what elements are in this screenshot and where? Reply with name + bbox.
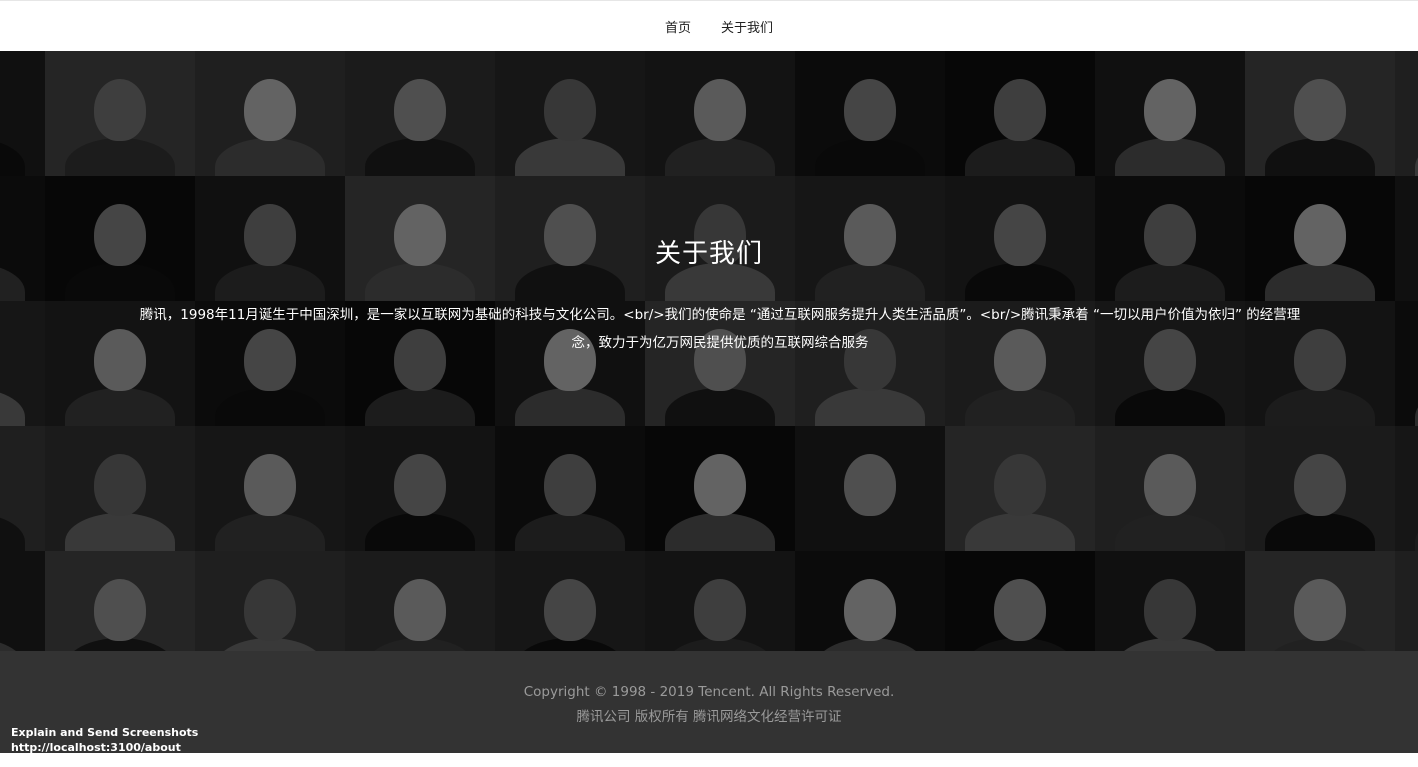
nav-link-home[interactable]: 首页 <box>665 17 691 36</box>
license-text: 腾讯公司 版权所有 腾讯网络文化经营许可证 <box>576 709 842 725</box>
company-description: 腾讯，1998年11月诞生于中国深圳，是一家以互联网为基础的科技与文化公司。<b… <box>139 307 1301 351</box>
hero-banner: 关于我们 腾讯，1998年11月诞生于中国深圳，是一家以互联网为基础的科技与文化… <box>0 51 1418 651</box>
page-title: 关于我们 <box>654 239 763 269</box>
status-label: Explain and Send Screenshots <box>11 726 199 739</box>
main-nav: 首页 关于我们 <box>665 17 773 36</box>
hero-content: 关于我们 腾讯，1998年11月诞生于中国深圳，是一家以互联网为基础的科技与文化… <box>0 51 1418 651</box>
footer: Copyright © 1998 - 2019 Tencent. All Rig… <box>0 651 1418 755</box>
nav-link-about[interactable]: 关于我们 <box>721 17 773 36</box>
top-navbar: 首页 关于我们 <box>0 0 1418 51</box>
copyright-text: Copyright © 1998 - 2019 Tencent. All Rig… <box>523 684 895 700</box>
bottom-edge <box>0 753 1418 767</box>
page: 首页 关于我们 关于我们 腾讯，1998年11月诞生于中国深圳，是一家以互联网为… <box>0 0 1418 767</box>
status-overlay: Explain and Send Screenshots http://loca… <box>11 725 198 755</box>
